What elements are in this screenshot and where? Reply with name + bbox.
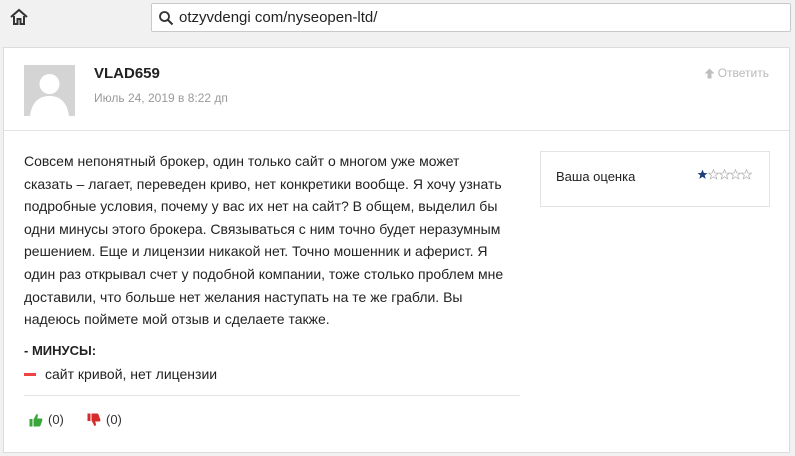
reply-label: Ответить [717, 66, 769, 80]
star-empty-icon[interactable] [719, 169, 730, 180]
minus-icon [24, 372, 36, 376]
like-button[interactable]: (0) [29, 412, 64, 427]
review-header: VLAD659 Июль 24, 2019 в 8:22 дп Ответить [4, 48, 789, 131]
reply-button[interactable]: Ответить [704, 66, 769, 80]
dislike-count: (0) [106, 412, 122, 427]
search-icon [158, 10, 174, 26]
cons-text: сайт кривой, нет лицензии [45, 366, 218, 382]
cons-title: - МИНУСЫ: [24, 343, 97, 358]
thumbs-down-icon [87, 413, 101, 426]
rating-label: Ваша оценка [556, 169, 636, 184]
rating-box: Ваша оценка [540, 151, 770, 207]
like-count: (0) [48, 412, 64, 427]
star-filled-icon[interactable] [697, 169, 708, 180]
author-name[interactable]: VLAD659 [94, 65, 160, 82]
url-text: otzyvdengi com/nyseopen-ltd/ [179, 9, 378, 26]
star-empty-icon[interactable] [730, 169, 741, 180]
address-bar[interactable]: otzyvdengi com/nyseopen-ltd/ [151, 3, 791, 32]
dislike-button[interactable]: (0) [87, 412, 122, 427]
star-rating[interactable] [697, 169, 752, 180]
review-date: Июль 24, 2019 в 8:22 дп [94, 91, 228, 105]
home-icon[interactable] [8, 6, 30, 28]
star-empty-icon[interactable] [708, 169, 719, 180]
arrow-up-icon [704, 68, 715, 78]
review-text: Совсем непонятный брокер, один только са… [24, 153, 504, 328]
avatar [24, 65, 75, 116]
cons-item: сайт кривой, нет лицензии [24, 366, 217, 382]
thumbs-up-icon [29, 413, 43, 426]
star-empty-icon[interactable] [741, 169, 752, 180]
divider [24, 395, 520, 396]
review-card: VLAD659 Июль 24, 2019 в 8:22 дп Ответить… [3, 47, 790, 453]
browser-toolbar: otzyvdengi com/nyseopen-ltd/ [0, 0, 795, 36]
